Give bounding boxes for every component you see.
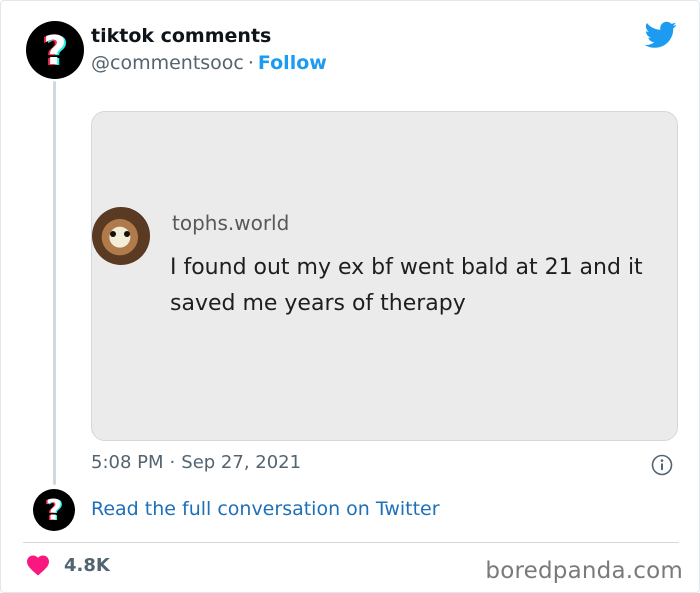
author-handle[interactable]: @commentsooc	[91, 52, 244, 74]
comment-text: I found out my ex bf went bald at 21 and…	[170, 255, 643, 316]
svg-text:?: ?	[43, 28, 66, 73]
tiktok-question-icon[interactable]: ? ? ?	[26, 21, 84, 79]
read-conversation-link[interactable]: Read the full conversation on Twitter	[91, 498, 440, 520]
timestamp-separator: ·	[169, 452, 176, 473]
info-icon[interactable]	[651, 454, 673, 476]
tweet-date: Sep 27, 2021	[181, 452, 302, 473]
boredpanda-watermark: boredpanda.com	[485, 558, 683, 584]
twitter-bird-icon[interactable]	[645, 21, 677, 49]
tweet-timestamp[interactable]: 5:08 PM · Sep 27, 2021	[91, 452, 301, 473]
commenter-avatar	[92, 207, 150, 265]
divider	[23, 542, 679, 543]
commenter-username: tophs.world	[172, 211, 290, 235]
comment-screenshot[interactable]: tophs.world I found out my ex bf went ba…	[91, 111, 678, 441]
tweet-card: ? ? ? tiktok comments @commentsooc · Follo…	[0, 0, 700, 593]
tiktok-question-icon[interactable]: ? ? ?	[33, 489, 75, 531]
like-count: 4.8K	[64, 554, 110, 576]
svg-text:?: ?	[46, 493, 63, 527]
handle-separator: ·	[247, 52, 254, 74]
like-button[interactable]: 4.8K	[26, 554, 110, 576]
tweet-time: 5:08 PM	[91, 452, 164, 473]
author-name[interactable]: tiktok comments	[91, 23, 271, 49]
heart-icon[interactable]	[26, 554, 50, 576]
author-handle-row: @commentsooc · Follow	[91, 50, 327, 76]
follow-button[interactable]: Follow	[258, 52, 327, 74]
thread-line	[53, 81, 56, 485]
